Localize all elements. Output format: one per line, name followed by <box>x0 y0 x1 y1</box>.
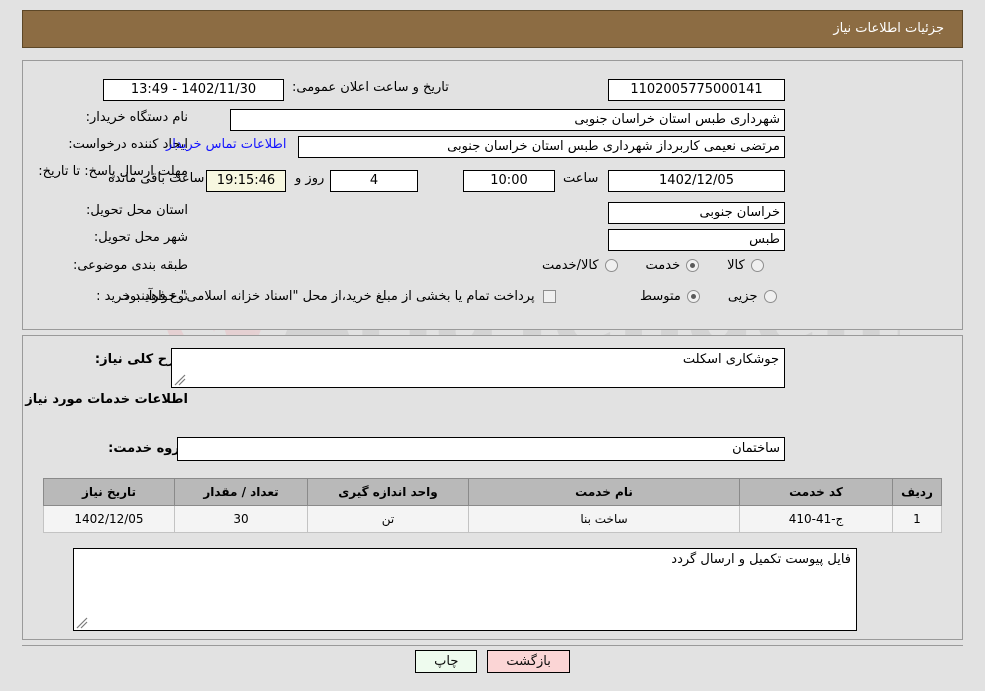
col-header-service-name: نام خدمت <box>468 478 740 506</box>
hour-label: ساعت <box>563 171 599 186</box>
col-header-quantity: تعداد / مقدار <box>174 478 308 506</box>
table-row[interactable]: 1 ج-41-410 ساخت بنا تن 30 1402/12/05 <box>43 505 942 533</box>
general-need-description-textarea[interactable]: جوشکاری اسکلت <box>171 348 785 388</box>
footer-button-bar: بازگشت چاپ <box>0 650 985 673</box>
islamic-treasury-checkbox[interactable] <box>542 290 556 303</box>
radio-icon[interactable] <box>604 259 618 272</box>
radio-icon[interactable] <box>763 290 777 303</box>
subject-category-radio-group: کالا خدمت کالا/خدمت <box>542 258 764 273</box>
col-header-service-code: کد خدمت <box>739 478 893 506</box>
radio-label: کالا <box>727 258 745 273</box>
cell-unit: تن <box>307 505 469 533</box>
radio-icon[interactable] <box>686 259 700 272</box>
services-table: ردیف کد خدمت نام خدمت واحد اندازه گیری ت… <box>43 478 942 533</box>
radio-label: خدمت <box>645 258 681 273</box>
delivery-city-value: طبس <box>608 229 785 251</box>
resize-handle-icon[interactable] <box>76 617 88 629</box>
delivery-city-label: شهر محل تحویل: <box>93 230 188 245</box>
purchase-process-radio-group: جزیی متوسط <box>640 289 777 304</box>
table-header-row: ردیف کد خدمت نام خدمت واحد اندازه گیری ت… <box>43 478 942 506</box>
buyer-notes-textarea[interactable]: فایل پیوست تکمیل و ارسال گردد <box>73 548 857 631</box>
resize-handle-icon[interactable] <box>174 374 186 386</box>
cell-service-code: ج-41-410 <box>739 505 893 533</box>
delivery-province-label: استان محل تحویل: <box>86 203 188 218</box>
islamic-treasury-text: پرداخت تمام یا بخشی از مبلغ خرید،از محل … <box>120 289 535 304</box>
cell-radif: 1 <box>892 505 942 533</box>
col-header-unit: واحد اندازه گیری <box>307 478 469 506</box>
announcement-datetime-value: 1402/11/30 - 13:49 <box>103 79 284 101</box>
radio-label: کالا/خدمت <box>542 258 599 273</box>
service-group-value: ساختمان <box>177 437 785 461</box>
buyer-notes-value: فایل پیوست تکمیل و ارسال گردد <box>671 552 851 567</box>
remaining-days-value: 4 <box>330 170 418 192</box>
deadline-date-value: 1402/12/05 <box>608 170 785 192</box>
radio-option-khedmat[interactable]: خدمت <box>646 258 700 273</box>
cell-service-name: ساخت بنا <box>468 505 740 533</box>
footer-divider <box>22 645 963 646</box>
col-header-radif: ردیف <box>892 478 942 506</box>
radio-icon[interactable] <box>750 259 764 272</box>
requester-value: مرتضی نعیمی کاربرداز شهرداری طبس استان خ… <box>298 136 785 158</box>
subject-category-label: طبقه بندی موضوعی: <box>72 258 188 273</box>
cell-quantity: 30 <box>174 505 308 533</box>
print-button[interactable]: چاپ <box>415 650 478 673</box>
days-label: روز و <box>295 171 325 186</box>
radio-option-kala[interactable]: کالا <box>727 258 764 273</box>
deadline-time-value: 10:00 <box>463 170 555 192</box>
cell-need-date: 1402/12/05 <box>43 505 175 533</box>
need-number-value: 1102005775000141 <box>608 79 785 101</box>
announcement-datetime-label: تاریخ و ساعت اعلان عمومی: <box>292 80 449 95</box>
buyer-org-label: نام دستگاه خریدار: <box>85 110 188 125</box>
remaining-hours-label: ساعت باقی مانده <box>108 171 205 186</box>
back-button[interactable]: بازگشت <box>487 650 570 673</box>
title-bar: جزئیات اطلاعات نیاز <box>22 10 963 48</box>
radio-label: جزیی <box>727 289 758 304</box>
radio-label: متوسط <box>640 289 681 304</box>
general-need-description-value: جوشکاری اسکلت <box>682 352 779 367</box>
delivery-province-value: خراسان جنوبی <box>608 202 785 224</box>
services-section-title: اطلاعات خدمات مورد نیاز <box>25 392 188 407</box>
countdown-timer: 19:15:46 <box>206 170 286 192</box>
radio-option-jozei[interactable]: جزیی <box>728 289 777 304</box>
page-title: جزئیات اطلاعات نیاز <box>833 21 944 36</box>
radio-option-kala-khedmat[interactable]: کالا/خدمت <box>542 258 618 273</box>
col-header-need-date: تاریخ نیاز <box>43 478 175 506</box>
page-root: AriaTender.net جزئیات اطلاعات نیاز شماره… <box>0 0 985 691</box>
radio-icon[interactable] <box>686 290 700 303</box>
radio-option-motevaset[interactable]: متوسط <box>640 289 700 304</box>
buyer-org-value: شهرداری طبس استان خراسان جنوبی <box>230 109 785 131</box>
buyer-contact-link[interactable]: اطلاعات تماس خریدار <box>166 137 286 152</box>
